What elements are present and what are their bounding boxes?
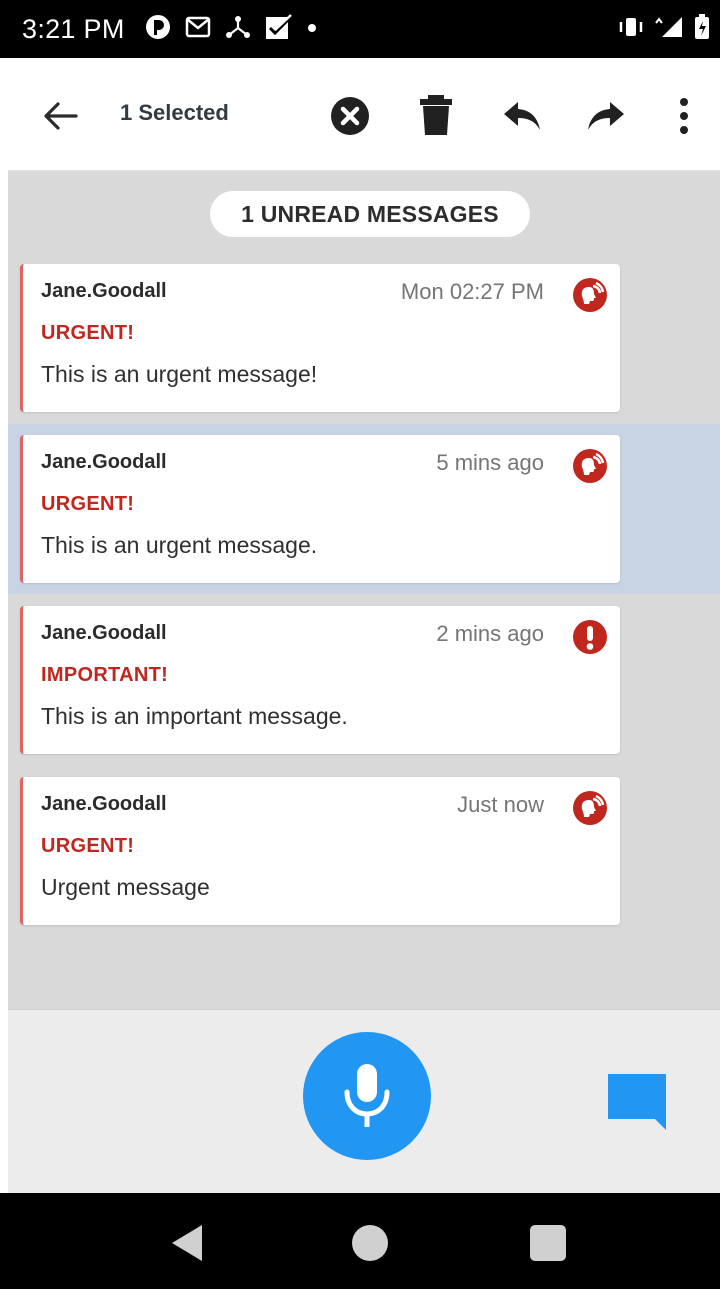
message-card[interactable]: Jane.Goodall 2 mins ago IMPORTANT! This … — [20, 606, 620, 754]
forward-button[interactable] — [584, 94, 628, 138]
nav-home-icon[interactable] — [352, 1225, 388, 1261]
message-body: Urgent message — [41, 874, 210, 900]
status-time: 3:21 PM — [22, 13, 125, 44]
nav-back-icon[interactable] — [168, 1223, 206, 1263]
more-options-button[interactable] — [662, 92, 706, 140]
pocket-app-icon — [145, 14, 171, 45]
message-body: This is an urgent message! — [41, 361, 318, 387]
message-sender: Jane.Goodall — [41, 451, 167, 473]
nav-recents-icon[interactable] — [530, 1225, 566, 1261]
cancel-icon — [331, 97, 369, 135]
message-time: Mon 02:27 PM — [400, 279, 544, 304]
vibrate-icon — [618, 16, 644, 43]
microphone-button[interactable] — [303, 1032, 431, 1160]
message-sender: Jane.Goodall — [41, 793, 167, 815]
delete-button[interactable] — [414, 92, 458, 138]
message-sender: Jane.Goodall — [41, 280, 167, 302]
message-row[interactable]: Jane.Goodall 2 mins ago IMPORTANT! This … — [8, 595, 720, 765]
back-arrow-icon — [44, 102, 78, 130]
dot-icon — [307, 20, 317, 38]
reply-button[interactable] — [500, 94, 544, 138]
message-priority: URGENT! — [41, 322, 135, 344]
message-card[interactable]: Jane.Goodall 5 mins ago URGENT! This is … — [20, 435, 620, 583]
message-time: 5 mins ago — [436, 450, 544, 475]
bottom-action-bar — [8, 1009, 720, 1193]
network-icon — [225, 15, 251, 44]
chat-button[interactable] — [606, 1072, 668, 1132]
microphone-icon — [344, 1064, 390, 1127]
message-time: Just now — [457, 792, 544, 817]
message-sender: Jane.Goodall — [41, 622, 167, 644]
system-navigation-bar — [0, 1193, 720, 1289]
message-list[interactable]: 1 UNREAD MESSAGES Jane.Goodall Mon 02:27… — [8, 171, 720, 1009]
delete-icon — [420, 95, 452, 135]
unread-banner: 1 UNREAD MESSAGES — [210, 191, 530, 237]
message-card[interactable]: Jane.Goodall Just now URGENT! Urgent mes… — [20, 777, 620, 925]
urgent-speaker-icon — [573, 278, 607, 312]
system-icons — [618, 13, 710, 45]
message-body: This is an important message. — [41, 703, 348, 729]
message-priority: URGENT! — [41, 493, 135, 515]
signal-icon — [654, 15, 684, 44]
battery-icon — [694, 13, 710, 45]
message-time: 2 mins ago — [436, 621, 544, 646]
message-row[interactable]: Jane.Goodall Just now URGENT! Urgent mes… — [8, 766, 720, 936]
message-body: This is an urgent message. — [41, 532, 318, 558]
urgent-speaker-icon — [573, 791, 607, 825]
message-priority: IMPORTANT! — [41, 664, 169, 686]
selected-count: 1 Selected — [120, 100, 229, 125]
back-button[interactable] — [38, 94, 82, 138]
reply-icon — [504, 102, 540, 130]
message-card[interactable]: Jane.Goodall Mon 02:27 PM URGENT! This i… — [20, 264, 620, 412]
message-row[interactable]: Jane.Goodall Mon 02:27 PM URGENT! This i… — [8, 253, 720, 423]
notification-icons — [145, 13, 317, 45]
forward-icon — [588, 102, 624, 130]
gmail-icon — [185, 16, 211, 43]
selection-toolbar: 1 Selected — [8, 58, 720, 171]
more-vert-icon — [680, 98, 688, 134]
message-row-selected[interactable]: Jane.Goodall 5 mins ago URGENT! This is … — [8, 424, 720, 594]
checkbox-icon — [265, 13, 293, 45]
important-exclamation-icon — [573, 620, 607, 654]
cancel-selection-button[interactable] — [328, 94, 372, 138]
status-bar: 3:21 PM — [0, 0, 720, 58]
urgent-speaker-icon — [573, 449, 607, 483]
chat-bubble-icon — [608, 1074, 666, 1130]
message-priority: URGENT! — [41, 835, 135, 857]
